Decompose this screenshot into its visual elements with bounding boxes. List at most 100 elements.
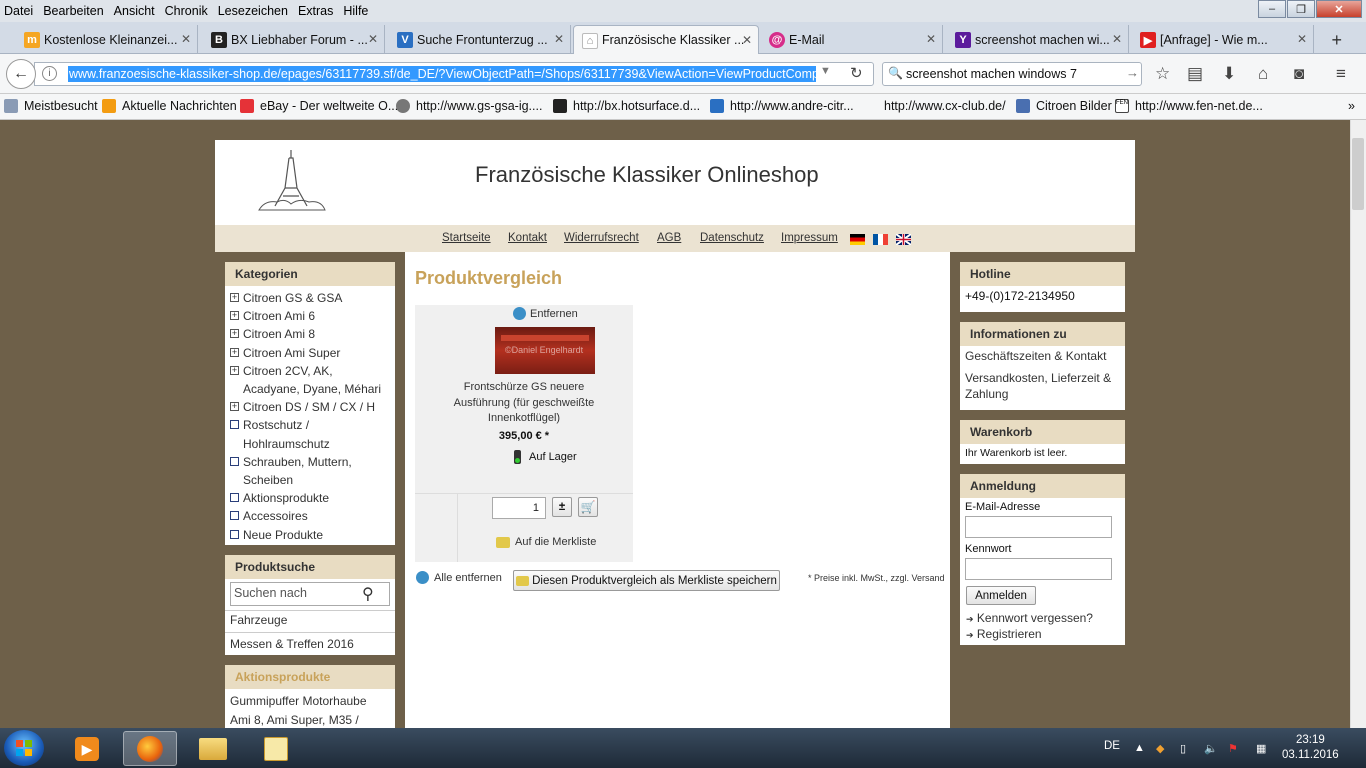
tray-expand-icon[interactable]: ▲ <box>1134 742 1148 756</box>
expand-plus-icon[interactable]: + <box>230 365 239 375</box>
action-center-icon[interactable]: ⚑ <box>1228 742 1242 756</box>
bookmark-citroen-bilder[interactable]: Citroen Bilder <box>1016 99 1112 113</box>
category-item[interactable]: Aktionsprodukte <box>243 489 329 507</box>
taskbar-explorer[interactable] <box>186 731 240 766</box>
close-tab-icon[interactable]: ✕ <box>1112 32 1122 46</box>
language-indicator[interactable]: DE <box>1104 740 1120 752</box>
taskbar-paint[interactable] <box>249 731 303 766</box>
tab-frontunterzug[interactable]: V Suche Frontunterzug ... ✕ <box>389 25 571 54</box>
close-tab-icon[interactable]: ✕ <box>181 32 191 46</box>
category-item[interactable]: Citroen 2CV, AK, <box>243 362 333 380</box>
volume-icon[interactable]: 🔈 <box>1204 742 1218 756</box>
category-square-icon[interactable] <box>230 511 239 521</box>
email-field[interactable] <box>965 516 1112 538</box>
close-window-button[interactable]: ✕ <box>1316 0 1362 18</box>
scrollbar-thumb[interactable] <box>1352 138 1364 210</box>
reload-icon[interactable]: ↻ <box>850 64 863 82</box>
promo-item-line1[interactable]: Gummipuffer Motorhaube <box>230 694 367 708</box>
info-link-hours[interactable]: Geschäftszeiten & Kontakt <box>965 349 1106 363</box>
start-button[interactable] <box>4 730 44 766</box>
promo-item-line2[interactable]: Ami 8, Ami Super, M35 / <box>230 713 359 727</box>
expand-plus-icon[interactable]: + <box>230 293 239 302</box>
expand-plus-icon[interactable]: + <box>230 402 239 412</box>
menu-chronik[interactable]: Chronik <box>165 4 208 18</box>
quantity-stepper[interactable]: ± <box>552 497 572 517</box>
quantity-input[interactable]: 1 <box>492 497 546 519</box>
nav-kontakt[interactable]: Kontakt <box>508 232 547 244</box>
vertical-scrollbar[interactable] <box>1350 120 1366 728</box>
bookmarks-overflow-icon[interactable]: » <box>1348 99 1355 113</box>
expand-plus-icon[interactable]: + <box>230 311 239 321</box>
product-name[interactable]: Frontschürze GS neuere Ausführung (für g… <box>415 380 633 427</box>
uk-flag-icon[interactable] <box>895 233 912 246</box>
save-comparison-button[interactable]: Diesen Produktvergleich als Merkliste sp… <box>513 570 780 591</box>
category-square-icon[interactable] <box>230 529 239 539</box>
category-square-icon[interactable] <box>230 420 239 430</box>
forgot-password-link[interactable]: ➔ Kennwort vergessen? <box>966 611 1093 625</box>
menu-bearbeiten[interactable]: Bearbeiten <box>43 4 103 18</box>
category-item[interactable]: Citroen Ami Super <box>243 344 340 362</box>
info-link-shipping[interactable]: Versandkosten, Lieferzeit & <box>965 371 1111 385</box>
tab-klassiker-shop[interactable]: ⌂ Französische Klassiker ... ✕ <box>573 25 759 54</box>
tray-app-icon[interactable]: ◆ <box>1156 742 1170 756</box>
tab-kleinanzeigen[interactable]: m Kostenlose Kleinanzei... ✕ <box>16 25 198 54</box>
search-query[interactable]: screenshot machen windows 7 <box>906 67 1077 81</box>
nav-datenschutz[interactable]: Datenschutz <box>700 232 764 244</box>
add-to-cart-button[interactable]: 🛒 <box>578 497 598 517</box>
close-tab-icon[interactable]: ✕ <box>368 32 378 46</box>
search-icon[interactable]: ⚲ <box>362 584 374 604</box>
menu-lesezeichen[interactable]: Lesezeichen <box>218 4 288 18</box>
nav-startseite[interactable]: Startseite <box>442 232 491 244</box>
remove-product-link[interactable]: Entfernen <box>513 307 578 320</box>
close-tab-icon[interactable]: ✕ <box>1297 32 1307 46</box>
back-button[interactable]: ← <box>6 59 36 89</box>
site-info-icon[interactable]: i <box>42 66 57 81</box>
download-icon[interactable]: ⬇ <box>1222 64 1236 84</box>
expand-plus-icon[interactable]: + <box>230 329 239 339</box>
french-flag-icon[interactable] <box>873 234 888 245</box>
url-text[interactable]: www.franzoesische-klassiker-shop.de/epag… <box>68 66 816 82</box>
menu-datei[interactable]: Datei <box>4 4 33 18</box>
register-link[interactable]: ➔ Registrieren <box>966 627 1042 641</box>
tab-youtube[interactable]: ▶ [Anfrage] - Wie m... ✕ <box>1132 25 1314 54</box>
nav-agb[interactable]: AGB <box>657 232 681 244</box>
bookmark-ebay[interactable]: eBay - Der weltweite O... <box>240 99 398 113</box>
category-item[interactable]: Citroen GS & GSA <box>243 289 342 307</box>
taskbar-firefox[interactable] <box>123 731 177 766</box>
category-square-icon[interactable] <box>230 493 239 503</box>
tab-email[interactable]: @ E-Mail ✕ <box>761 25 943 54</box>
product-image[interactable]: ©Daniel Engelhardt <box>495 327 595 374</box>
nav-impressum[interactable]: Impressum <box>781 232 838 244</box>
search-go-icon[interactable]: → <box>1126 65 1139 80</box>
tab-bx-forum[interactable]: B BX Liebhaber Forum - ... ✕ <box>203 25 385 54</box>
maximize-button[interactable]: ❐ <box>1287 0 1315 18</box>
category-square-icon[interactable] <box>230 456 239 466</box>
tab-yahoo-search[interactable]: Y screenshot machen wi... ✕ <box>947 25 1129 54</box>
category-item[interactable]: Accessoires <box>243 507 308 525</box>
menu-hilfe[interactable]: Hilfe <box>343 4 368 18</box>
network-icon[interactable]: ▦ <box>1256 742 1270 756</box>
bookmark-nachrichten[interactable]: Aktuelle Nachrichten <box>102 99 237 113</box>
category-item[interactable]: Rostschutz / <box>243 416 309 434</box>
category-item[interactable]: Schrauben, Muttern, <box>243 453 352 471</box>
bookmark-star-icon[interactable]: ☆ <box>1155 64 1170 84</box>
pocket-icon[interactable]: ◙ <box>1294 64 1304 84</box>
search-link-messen[interactable]: Messen & Treffen 2016 <box>230 637 354 651</box>
taskbar-media-player[interactable]: ▶ <box>60 731 114 766</box>
info-link-payment[interactable]: Zahlung <box>965 387 1008 401</box>
category-item[interactable]: Hohlraumschutz <box>243 435 330 453</box>
bookmark-fen-net[interactable]: FEN http://www.fen-net.de... <box>1115 99 1263 113</box>
category-item[interactable]: Citroen DS / SM / CX / H <box>243 398 375 416</box>
category-item[interactable]: Scheiben <box>243 471 293 489</box>
close-tab-icon[interactable]: ✕ <box>554 32 564 46</box>
login-button[interactable]: Anmelden <box>966 586 1036 605</box>
search-link-fahrzeuge[interactable]: Fahrzeuge <box>230 613 287 627</box>
reading-list-icon[interactable]: ▤ <box>1187 64 1203 84</box>
wishlist-link[interactable]: Auf die Merkliste <box>496 536 596 548</box>
remove-all-link[interactable]: Alle entfernen <box>416 571 502 584</box>
german-flag-icon[interactable] <box>850 234 865 245</box>
minimize-button[interactable]: – <box>1258 0 1286 18</box>
menu-ansicht[interactable]: Ansicht <box>114 4 155 18</box>
category-item[interactable]: Acadyane, Dyane, Méhari <box>243 380 381 398</box>
home-icon[interactable]: ⌂ <box>1258 64 1268 84</box>
